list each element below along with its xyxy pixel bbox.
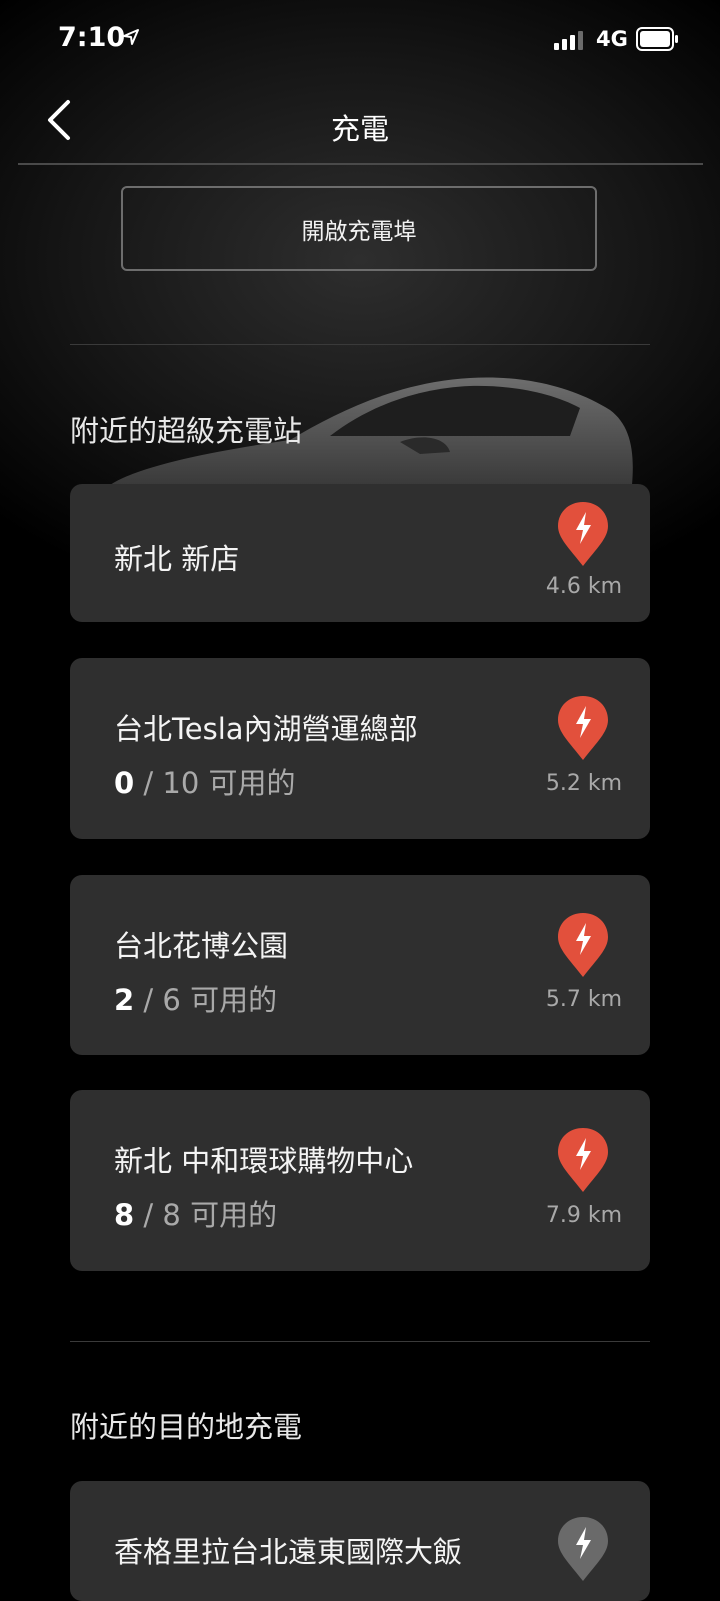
station-distance: 5.7 km: [545, 987, 622, 1012]
station-distance: 7.9 km: [545, 1203, 622, 1228]
station-name: 新北 中和環球購物中心: [114, 1144, 414, 1178]
availability-total: / 6 可用的: [134, 983, 278, 1017]
station-card[interactable]: 新北 新店 4.6 km: [70, 484, 650, 622]
station-availability: 0 / 10 可用的: [114, 760, 296, 802]
station-availability: 8 / 8 可用的: [114, 1192, 277, 1234]
station-availability: 2 / 6 可用的: [114, 977, 277, 1019]
station-distance: 4.6 km: [545, 574, 622, 599]
supercharger-pin-icon: [558, 1128, 608, 1192]
supercharger-section-title: 附近的超級充電站: [70, 414, 303, 448]
battery-icon: [636, 27, 678, 51]
availability-total: / 8 可用的: [134, 1198, 278, 1232]
destination-pin-icon: [558, 1517, 608, 1581]
section-divider: [70, 344, 650, 345]
supercharger-pin-icon: [558, 913, 608, 977]
destination-station-card[interactable]: 香格里拉台北遠東國際大飯: [70, 1481, 650, 1601]
supercharger-pin-icon: [558, 696, 608, 760]
station-distance: 5.2 km: [545, 771, 622, 796]
station-card[interactable]: 台北花博公園 2 / 6 可用的 5.7 km: [70, 875, 650, 1055]
station-card[interactable]: 台北Tesla內湖營運總部 0 / 10 可用的 5.2 km: [70, 658, 650, 839]
station-name: 台北花博公園: [114, 929, 289, 963]
page-title: 充電: [330, 112, 389, 146]
station-card[interactable]: 新北 中和環球購物中心 8 / 8 可用的 7.9 km: [70, 1090, 650, 1271]
destination-section-title: 附近的目的地充電: [70, 1410, 303, 1444]
location-arrow-icon: [123, 29, 139, 45]
open-charge-port-label: 開啟充電埠: [301, 218, 417, 245]
open-charge-port-button[interactable]: 開啟充電埠: [121, 186, 597, 271]
available-count: 2: [114, 983, 135, 1017]
status-time: 7:10: [58, 22, 126, 53]
available-count: 8: [114, 1198, 135, 1232]
station-name: 台北Tesla內湖營運總部: [114, 712, 418, 746]
station-name: 新北 新店: [114, 542, 240, 576]
signal-icon: [554, 31, 583, 50]
available-count: 0: [114, 766, 135, 800]
availability-total: / 10 可用的: [134, 766, 296, 800]
header-divider: [18, 163, 703, 165]
section-divider: [70, 1341, 650, 1342]
station-name: 香格里拉台北遠東國際大飯: [114, 1535, 463, 1569]
network-type: 4G: [596, 27, 628, 51]
status-bar: 7:10 4G: [0, 0, 720, 80]
supercharger-pin-icon: [558, 502, 608, 566]
